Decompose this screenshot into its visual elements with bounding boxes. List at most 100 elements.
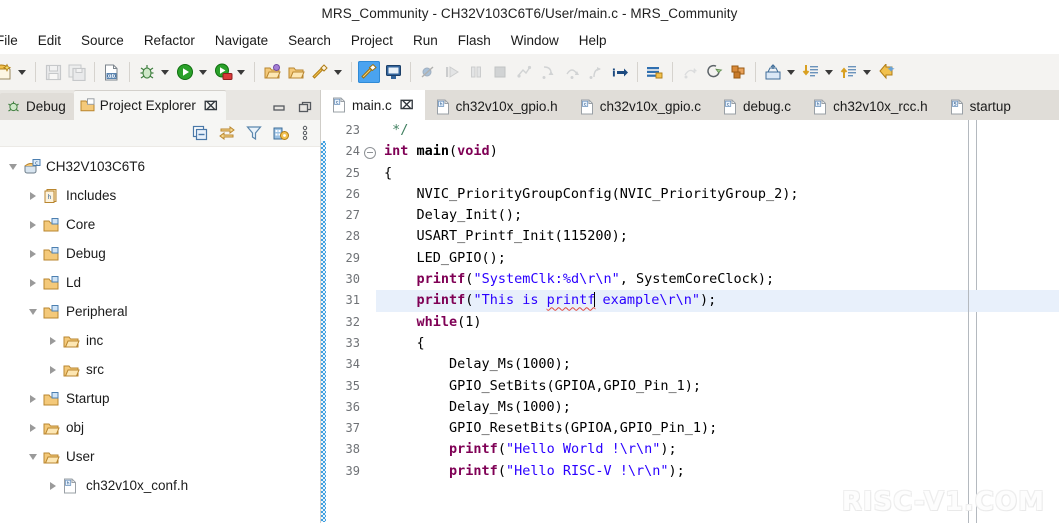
menu-edit[interactable]: Edit (28, 30, 71, 51)
download-run-icon[interactable] (212, 61, 234, 83)
chevron-right-icon[interactable] (46, 479, 60, 493)
chevron-right-icon[interactable] (26, 218, 40, 232)
editor-tab-startup[interactable]: Sstartup (938, 93, 1022, 120)
filters-icon[interactable] (246, 125, 262, 141)
editor-tab-ch32v10x-gpio-h[interactable]: h ch32v10x_gpio.h (424, 93, 569, 120)
toolbar-dropdown-arrow[interactable] (332, 61, 344, 83)
back-icon[interactable] (876, 61, 898, 83)
code-line[interactable]: NVIC_PriorityGroupConfig(NVIC_PriorityGr… (376, 184, 1059, 205)
debug-icon[interactable] (136, 61, 158, 83)
run-icon[interactable] (174, 61, 196, 83)
toolbar-dropdown-arrow[interactable] (159, 61, 171, 83)
tree-item[interactable]: h ch32v10x_conf.h (0, 471, 320, 500)
close-icon[interactable]: ⌧ (204, 99, 218, 113)
next-annotation-icon[interactable] (800, 61, 822, 83)
close-project-icon[interactable] (285, 61, 307, 83)
menu-search[interactable]: Search (278, 30, 341, 51)
view-menu-icon[interactable] (300, 125, 310, 141)
toolbar-dropdown-arrow[interactable] (861, 61, 873, 83)
view-tab-project-explorer[interactable]: Project Explorer ⌧ (73, 90, 226, 120)
disconnect-icon[interactable] (513, 61, 535, 83)
menu-refactor[interactable]: Refactor (134, 30, 205, 51)
maximize-view-button[interactable] (298, 101, 312, 116)
build-configure-icon[interactable] (309, 61, 331, 83)
code-line[interactable]: Delay_Ms(1000); (376, 397, 1059, 418)
step-over-icon[interactable] (561, 61, 583, 83)
code-line[interactable]: printf("SystemClk:%d\r\n", SystemCoreClo… (376, 269, 1059, 290)
new-c-class-icon[interactable] (727, 61, 749, 83)
terminate-icon[interactable] (489, 61, 511, 83)
code-line[interactable]: Delay_Ms(1000); (376, 354, 1059, 375)
tree-item[interactable]: Startup (0, 384, 320, 413)
toolbar-dropdown-arrow[interactable] (197, 61, 209, 83)
code-line[interactable]: GPIO_ResetBits(GPIOA,GPIO_Pin_1); (376, 418, 1059, 439)
chevron-down-icon[interactable] (26, 305, 40, 319)
menu-help[interactable]: Help (569, 30, 617, 51)
menu-source[interactable]: Source (71, 30, 134, 51)
tree-item[interactable]: Core (0, 210, 320, 239)
collapse-all-icon[interactable] (192, 125, 208, 141)
refresh-icon[interactable] (703, 61, 725, 83)
open-type-icon[interactable] (762, 61, 784, 83)
tree-item[interactable]: inc (0, 326, 320, 355)
menu-run[interactable]: Run (403, 30, 448, 51)
editor-tab-debug-c[interactable]: c debug.c (712, 93, 803, 120)
chevron-right-icon[interactable] (26, 189, 40, 203)
open-project-icon[interactable] (261, 61, 283, 83)
folding-ruler[interactable] (363, 120, 376, 523)
code-line[interactable]: printf("This is printf example\r\n"); (376, 290, 1059, 312)
source-code-text[interactable]: */int main(void){ NVIC_PriorityGroupConf… (376, 120, 1059, 523)
toolbar-dropdown-arrow[interactable] (16, 61, 28, 83)
toolbar-dropdown-arrow[interactable] (785, 61, 797, 83)
code-line[interactable]: { (376, 333, 1059, 354)
toggle-breakpoint-icon[interactable] (644, 61, 666, 83)
view-settings-icon[interactable] (273, 125, 289, 141)
chevron-right-icon[interactable] (26, 392, 40, 406)
chevron-down-icon[interactable] (26, 450, 40, 464)
build-hammer-icon[interactable] (358, 61, 380, 83)
editor-tab-main-c[interactable]: c main.c ⌧ (321, 90, 425, 120)
link-with-editor-icon[interactable] (219, 125, 235, 141)
minimize-view-button[interactable] (272, 101, 286, 116)
code-line[interactable]: LED_GPIO(); (376, 248, 1059, 269)
menu-navigate[interactable]: Navigate (205, 30, 278, 51)
menu-flash[interactable]: Flash (448, 30, 501, 51)
save-all-icon[interactable] (66, 61, 88, 83)
drop-to-frame-icon[interactable] (679, 61, 701, 83)
menu-project[interactable]: Project (341, 30, 403, 51)
code-line[interactable]: while(1) (376, 312, 1059, 333)
terminal-icon[interactable] (382, 61, 404, 83)
editor-tab-ch32v10x-rcc-h[interactable]: h ch32v10x_rcc.h (802, 93, 939, 120)
tree-item[interactable]: src (0, 355, 320, 384)
menu-file[interactable]: File (0, 30, 28, 51)
code-line[interactable]: GPIO_SetBits(GPIOA,GPIO_Pin_1); (376, 376, 1059, 397)
build-all-icon[interactable]: 010 (101, 61, 123, 83)
code-line[interactable]: int main(void) (376, 141, 1059, 162)
view-tab-debug[interactable]: Debug (0, 93, 74, 120)
code-line[interactable]: printf("Hello RISC-V !\r\n"); (376, 461, 1059, 482)
chevron-right-icon[interactable] (26, 247, 40, 261)
chevron-right-icon[interactable] (46, 363, 60, 377)
close-icon[interactable]: ⌧ (400, 98, 414, 112)
code-line[interactable]: { (376, 163, 1059, 184)
suspend-icon[interactable] (465, 61, 487, 83)
resume-icon[interactable] (441, 61, 463, 83)
tree-item[interactable]: Ld (0, 268, 320, 297)
new-wizard-icon[interactable] (0, 61, 15, 83)
toolbar-dropdown-arrow[interactable] (823, 61, 835, 83)
tree-item[interactable]: h Includes (0, 181, 320, 210)
previous-annotation-icon[interactable] (838, 61, 860, 83)
step-return-icon[interactable] (585, 61, 607, 83)
chevron-right-icon[interactable] (26, 276, 40, 290)
chevron-down-icon[interactable] (6, 160, 20, 174)
editor-tab-ch32v10x-gpio-c[interactable]: c ch32v10x_gpio.c (568, 93, 713, 120)
tree-item[interactable]: obj (0, 413, 320, 442)
step-into-icon[interactable] (537, 61, 559, 83)
code-line[interactable]: printf("Hello World !\r\n"); (376, 439, 1059, 460)
code-line[interactable]: */ (376, 120, 1059, 141)
save-icon[interactable] (42, 61, 64, 83)
tree-item[interactable]: Debug (0, 239, 320, 268)
fold-collapse-icon[interactable] (363, 141, 376, 162)
toolbar-dropdown-arrow[interactable] (235, 61, 247, 83)
tree-item[interactable]: Peripheral (0, 297, 320, 326)
